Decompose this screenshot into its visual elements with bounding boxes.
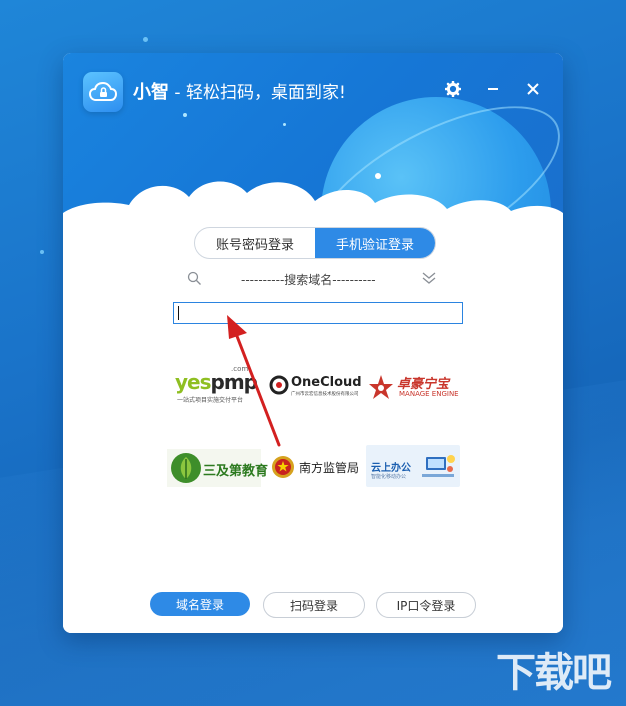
watermark-text: 下载吧 bbox=[496, 650, 612, 696]
office-illustration-icon bbox=[422, 455, 455, 477]
qrcode-login-button[interactable]: 扫码登录 bbox=[263, 592, 365, 618]
yunshang-sub: 智能化移动办公 bbox=[371, 474, 407, 480]
app-slogan: - 轻松扫码，桌面到家! bbox=[169, 83, 346, 103]
yunshang-text: 云上办公 bbox=[371, 463, 411, 474]
national-emblem-icon bbox=[272, 456, 294, 478]
ip-login-button[interactable]: IP口令登录 bbox=[376, 592, 476, 618]
annotation-arrow bbox=[227, 315, 281, 447]
text-caret bbox=[178, 306, 179, 320]
minimize-icon bbox=[488, 88, 498, 90]
window-title: 小智 - 轻松扫码，桌面到家! bbox=[133, 82, 346, 104]
double-chevron-down-icon[interactable] bbox=[421, 271, 437, 285]
yespmp-brand-yes: yes bbox=[175, 370, 212, 394]
onecloud-brand: OneCloud bbox=[291, 375, 362, 390]
partner-yunshang[interactable]: 云上办公 智能化移动办公 bbox=[366, 445, 460, 487]
login-tabs: 账号密码登录 手机验证登录 bbox=[194, 227, 436, 259]
manage-engine-star-icon bbox=[369, 375, 393, 399]
close-button[interactable] bbox=[523, 79, 543, 99]
partner-manage-engine[interactable]: 卓豪宁宝 MANAGE ENGINE bbox=[367, 369, 461, 405]
settings-button[interactable] bbox=[443, 79, 463, 99]
nanfang-text: 南方监管局 bbox=[299, 461, 360, 475]
app-logo bbox=[83, 72, 123, 112]
cloud-edge bbox=[63, 181, 563, 633]
cloud-lock-icon bbox=[89, 81, 117, 101]
search-domain-label: ----------搜索域名---------- bbox=[241, 273, 376, 287]
sanji-text: 三及第教育 bbox=[203, 464, 269, 479]
bg-star bbox=[143, 37, 148, 42]
partner-nanfang[interactable]: 南方监管局 bbox=[269, 453, 361, 485]
bg-star bbox=[40, 250, 44, 254]
onecloud-sub: 广州市云宏信息技术股份有限公司 bbox=[291, 392, 359, 397]
tab-password-login[interactable]: 账号密码登录 bbox=[195, 228, 315, 258]
close-icon bbox=[527, 83, 539, 95]
minimize-button[interactable] bbox=[483, 79, 503, 99]
login-window: 小智 - 轻松扫码，桌面到家! 账号密码登录 手机验证登录 ----------… bbox=[63, 53, 563, 633]
search-icon[interactable] bbox=[187, 271, 202, 286]
manage-engine-en: MANAGE ENGINE bbox=[399, 390, 459, 398]
gear-icon bbox=[445, 81, 461, 97]
domain-login-button[interactable]: 域名登录 bbox=[150, 592, 250, 616]
tab-sms-login[interactable]: 手机验证登录 bbox=[315, 228, 435, 258]
app-name: 小智 bbox=[133, 82, 169, 103]
watermark: 下载吧 bbox=[482, 646, 612, 700]
domain-search-row: ----------搜索域名---------- bbox=[173, 267, 443, 291]
sanji-leaf-icon bbox=[171, 453, 201, 483]
